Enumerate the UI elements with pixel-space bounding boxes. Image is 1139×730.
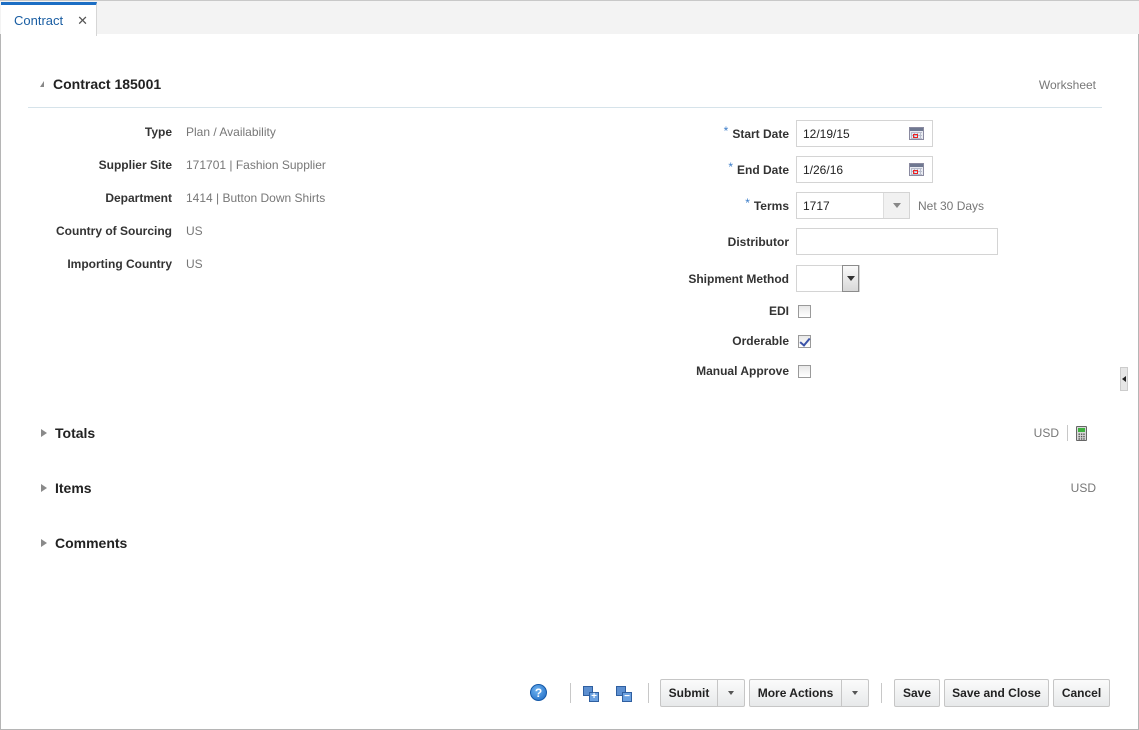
start-date-value: 12/19/15 — [803, 126, 850, 141]
save-and-close-button[interactable]: Save and Close — [944, 679, 1049, 707]
save-button[interactable]: Save — [894, 679, 940, 707]
page-title: Contract 185001 — [53, 76, 162, 92]
chevron-down-icon — [852, 691, 858, 695]
totals-title: Totals — [55, 425, 96, 441]
help-icon[interactable]: ? — [530, 684, 547, 701]
orderable-row: Orderable — [0, 334, 811, 348]
close-icon[interactable]: ✕ — [77, 13, 88, 29]
cancel-button[interactable]: Cancel — [1053, 679, 1110, 707]
distributor-row: Distributor — [0, 228, 998, 255]
footer-toolbar: ? + − Submit More Actions Save Save and … — [0, 679, 1139, 707]
divider — [1067, 425, 1068, 441]
submit-menu-button[interactable] — [718, 679, 745, 707]
calendar-icon[interactable] — [909, 163, 924, 176]
collapse-all-icon[interactable]: − — [616, 686, 633, 703]
distributor-label: Distributor — [727, 234, 789, 249]
toolbar-separator — [570, 683, 571, 703]
more-actions-button[interactable]: More Actions — [749, 679, 842, 707]
manual-approve-label: Manual Approve — [696, 364, 789, 378]
tab-bar: Contract ✕ — [0, 0, 1139, 36]
expand-triangle-icon[interactable] — [41, 484, 47, 492]
more-actions-menu-button[interactable] — [842, 679, 869, 707]
end-date-label: * End Date — [728, 159, 789, 177]
terms-dropdown-button[interactable] — [883, 193, 909, 218]
toolbar-separator — [648, 683, 649, 703]
header-divider — [28, 107, 1102, 108]
toolbar-separator — [881, 683, 882, 703]
comments-title: Comments — [55, 535, 128, 551]
manual-approve-row: Manual Approve — [0, 364, 811, 378]
items-title: Items — [55, 480, 92, 496]
terms-value: 1717 — [803, 198, 830, 213]
start-date-label: * Start Date — [723, 123, 789, 141]
expand-all-icon[interactable]: + — [583, 686, 600, 703]
tab-label: Contract — [14, 13, 64, 28]
items-meta: USD — [1071, 481, 1096, 495]
calendar-icon[interactable] — [909, 127, 924, 140]
orderable-checkbox[interactable] — [798, 334, 811, 348]
collapse-triangle-icon[interactable] — [40, 81, 44, 87]
status-badge: Worksheet — [1038, 78, 1096, 92]
end-date-value: 1/26/16 — [803, 162, 844, 177]
terms-description: Net 30 Days — [918, 198, 985, 213]
side-panel-toggle[interactable] — [1120, 367, 1128, 391]
orderable-label: Orderable — [732, 334, 789, 348]
chevron-down-icon — [728, 691, 734, 695]
end-date-input[interactable]: 1/26/16 — [796, 156, 933, 183]
edi-checkbox[interactable] — [798, 304, 811, 318]
items-section-header[interactable]: Items — [41, 480, 92, 496]
shipment-method-select[interactable] — [796, 265, 860, 292]
required-marker: * — [728, 159, 733, 174]
terms-label: * Terms — [745, 195, 789, 213]
expand-triangle-icon[interactable] — [41, 429, 47, 437]
chevron-down-icon — [846, 276, 855, 281]
manual-approve-checkbox[interactable] — [798, 364, 811, 378]
shipment-method-row: Shipment Method — [0, 265, 860, 292]
totals-meta: USD — [1034, 425, 1087, 441]
required-marker: * — [723, 123, 729, 138]
distributor-input[interactable] — [796, 228, 998, 255]
required-marker: * — [745, 195, 750, 210]
shipment-method-label: Shipment Method — [688, 271, 789, 286]
tab-contract[interactable]: Contract ✕ — [1, 2, 97, 36]
edi-row: EDI — [0, 304, 811, 318]
start-date-row: * Start Date 12/19/15 — [0, 120, 933, 147]
totals-currency: USD — [1033, 426, 1059, 440]
shipment-method-dropdown-button[interactable] — [842, 265, 859, 292]
totals-section-header[interactable]: Totals — [41, 425, 95, 441]
contract-section-header[interactable]: Contract 185001 — [40, 76, 161, 92]
submit-button[interactable]: Submit — [660, 679, 718, 707]
terms-combobox[interactable]: 1717 — [796, 192, 910, 219]
expand-triangle-icon[interactable] — [41, 539, 47, 547]
comments-section-header[interactable]: Comments — [41, 535, 127, 551]
start-date-input[interactable]: 12/19/15 — [796, 120, 933, 147]
chevron-down-icon — [892, 203, 901, 208]
calculator-icon[interactable] — [1076, 425, 1087, 441]
terms-row: * Terms 1717 Net 30 Days — [0, 192, 984, 219]
edi-label: EDI — [768, 304, 789, 318]
end-date-row: * End Date 1/26/16 — [0, 156, 933, 183]
items-currency: USD — [1070, 481, 1096, 495]
